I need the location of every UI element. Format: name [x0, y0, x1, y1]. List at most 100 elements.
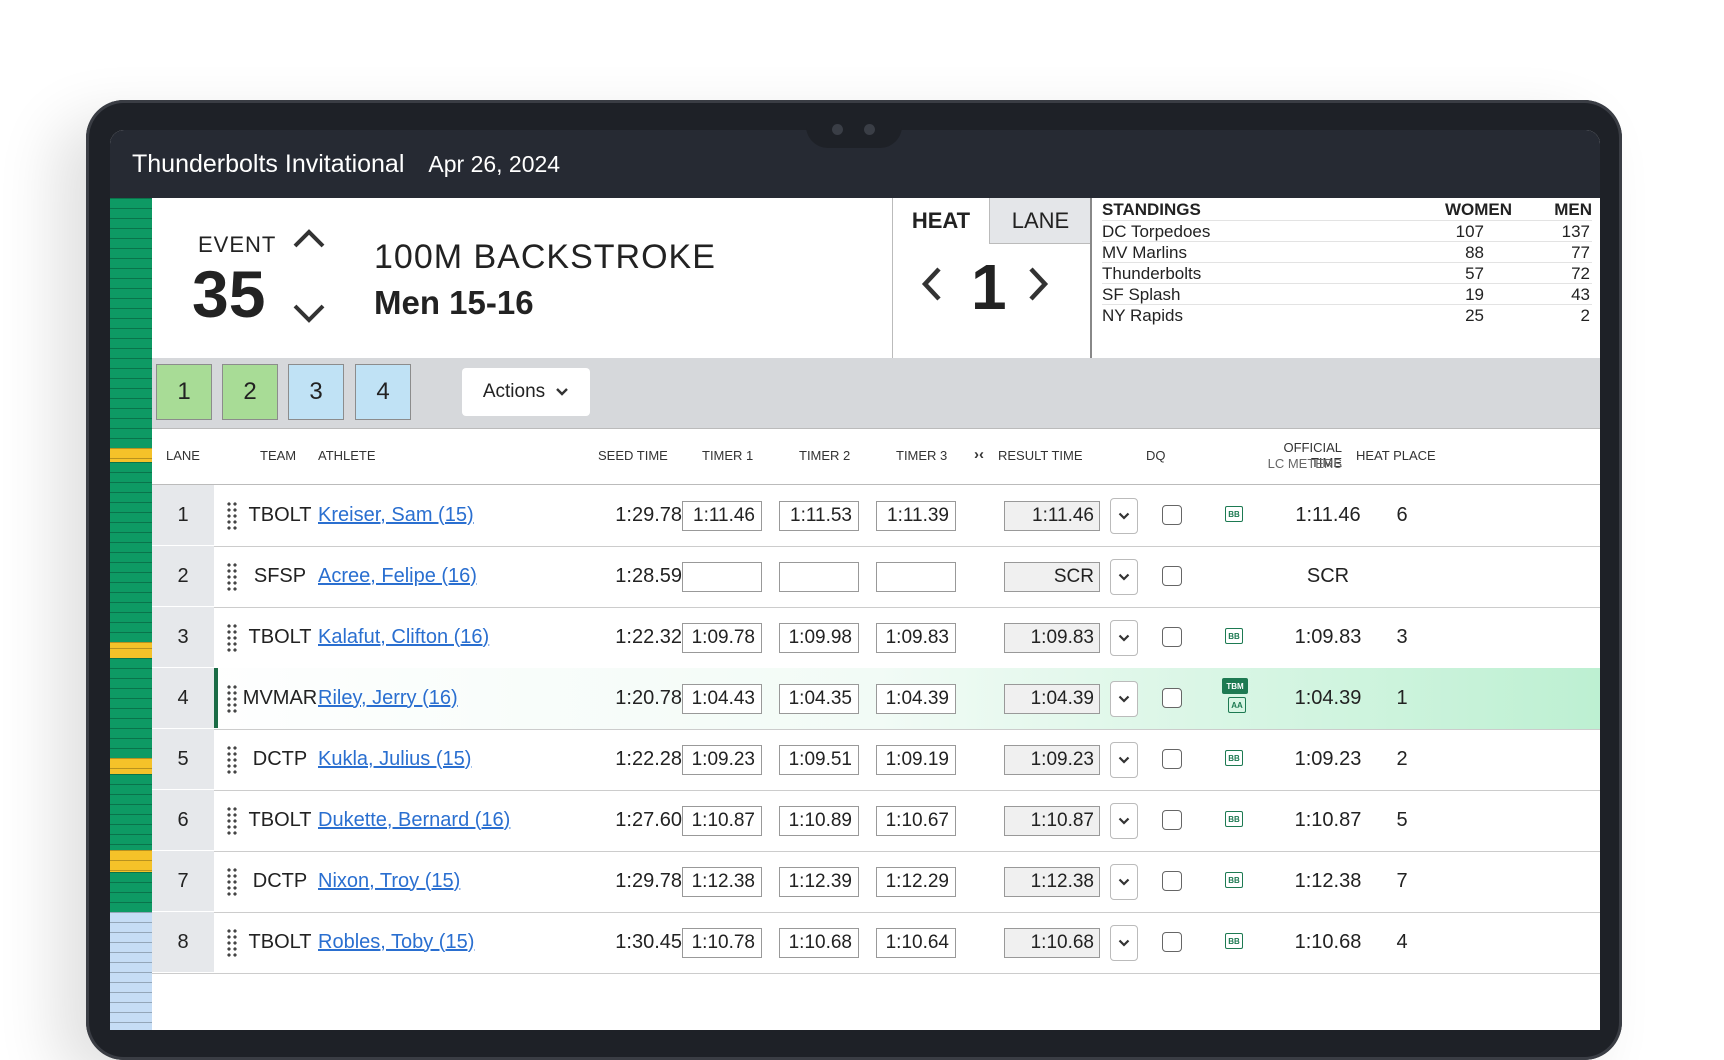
dq-checkbox[interactable] [1162, 871, 1182, 891]
result-row[interactable]: 2 SFSP Acree, Felipe (16) 1:28.59 SCR SCR [152, 546, 1600, 608]
dq-checkbox[interactable] [1162, 932, 1182, 952]
result-options-dropdown[interactable] [1110, 864, 1138, 900]
result-row[interactable]: 4 MVMAR Riley, Jerry (16) 1:20.78 1:04.43 1:0… [152, 668, 1600, 730]
timer3-input[interactable]: 1:12.29 [876, 867, 956, 897]
result-time-field[interactable]: SCR [1004, 562, 1100, 592]
result-row[interactable]: 6 TBOLT Dukette, Bernard (16) 1:27.60 1:10.8… [152, 790, 1600, 852]
timer2-input[interactable]: 1:12.39 [779, 867, 859, 897]
result-row[interactable]: 1 TBOLT Kreiser, Sam (15) 1:29.78 1:11.46 1:1… [152, 485, 1600, 547]
dq-checkbox[interactable] [1162, 688, 1182, 708]
standings-team: SF Splash [1102, 285, 1181, 304]
timer3-input[interactable]: 1:10.64 [876, 928, 956, 958]
result-options-dropdown[interactable] [1110, 498, 1138, 534]
swap-times-icon[interactable]: ›‹ [974, 446, 984, 463]
seed-time: 1:29.78 [615, 869, 682, 892]
lane-column-header: LANE [166, 448, 200, 463]
chevron-up-icon[interactable] [292, 216, 326, 259]
result-options-dropdown[interactable] [1110, 925, 1138, 961]
standings-men-score: 137 [1561, 222, 1590, 241]
timer1-input[interactable]: 1:09.23 [682, 745, 762, 775]
result-time-field[interactable]: 1:11.46 [1004, 501, 1100, 531]
athlete-link[interactable]: Riley, Jerry (16) [318, 668, 458, 728]
result-time-column-header: RESULT TIME [998, 448, 1083, 463]
timer3-input[interactable]: 1:04.39 [876, 684, 956, 714]
result-options-dropdown[interactable] [1110, 559, 1138, 595]
dq-checkbox[interactable] [1162, 749, 1182, 769]
dq-checkbox[interactable] [1162, 505, 1182, 525]
dq-checkbox[interactable] [1162, 566, 1182, 586]
timer3-input[interactable]: 1:09.19 [876, 745, 956, 775]
drag-handle-icon[interactable] [226, 501, 238, 531]
timer1-input[interactable]: 1:11.46 [682, 501, 762, 531]
standings-row: SF Splash 19 43 [1102, 283, 1592, 306]
chevron-down-icon[interactable] [292, 292, 326, 335]
athlete-link[interactable]: Nixon, Troy (15) [318, 851, 460, 911]
previous-heat-button[interactable] [921, 256, 943, 314]
result-time-field[interactable]: 1:12.38 [1004, 867, 1100, 897]
timer2-input[interactable]: 1:10.68 [779, 928, 859, 958]
heat-button-4[interactable]: 4 [355, 364, 411, 420]
heat-button-2[interactable]: 2 [222, 364, 278, 420]
drag-handle-icon[interactable] [226, 806, 238, 836]
dq-checkbox[interactable] [1162, 627, 1182, 647]
athlete-link[interactable]: Acree, Felipe (16) [318, 546, 477, 606]
result-time-field[interactable]: 1:10.87 [1004, 806, 1100, 836]
heat-button-1[interactable]: 1 [156, 364, 212, 420]
timer2-input[interactable]: 1:11.53 [779, 501, 859, 531]
drag-handle-icon[interactable] [226, 623, 238, 653]
timer1-input[interactable]: 1:09.78 [682, 623, 762, 653]
tab-lane[interactable]: LANE [989, 198, 1091, 244]
actions-dropdown[interactable]: Actions [462, 368, 590, 416]
timer1-input[interactable]: 1:12.38 [682, 867, 762, 897]
result-options-dropdown[interactable] [1110, 803, 1138, 839]
timer3-input[interactable]: 1:10.67 [876, 806, 956, 836]
result-options-dropdown[interactable] [1110, 620, 1138, 656]
result-row[interactable]: 5 DCTP Kukla, Julius (15) 1:22.28 1:09.23 1:0… [152, 729, 1600, 791]
timer2-input[interactable]: 1:09.98 [779, 623, 859, 653]
team-code: SFSP [253, 564, 307, 587]
tab-heat[interactable]: HEAT [893, 198, 989, 244]
athlete-link[interactable]: Robles, Toby (15) [318, 912, 474, 972]
drag-handle-icon[interactable] [226, 928, 238, 958]
timer1-input[interactable]: 1:10.78 [682, 928, 762, 958]
event-progress-strip[interactable] [110, 198, 152, 1030]
heat-lane-panel: HEAT LANE 1 [892, 198, 1091, 359]
lane-number: 8 [152, 912, 214, 972]
result-row[interactable]: 3 TBOLT Kalafut, Clifton (16) 1:22.32 1:09.7… [152, 607, 1600, 669]
timer3-input[interactable]: 1:09.83 [876, 623, 956, 653]
next-heat-button[interactable] [1027, 256, 1049, 314]
timer2-input[interactable] [779, 562, 859, 592]
result-row[interactable]: 7 DCTP Nixon, Troy (15) 1:29.78 1:12.38 1:12.… [152, 851, 1600, 913]
drag-handle-icon[interactable] [226, 745, 238, 775]
timer3-input[interactable]: 1:11.39 [876, 501, 956, 531]
athlete-link[interactable]: Kalafut, Clifton (16) [318, 607, 489, 667]
official-time: 1:11.46 [1295, 503, 1361, 526]
result-time-field[interactable]: 1:09.23 [1004, 745, 1100, 775]
result-time-field[interactable]: 1:09.83 [1004, 623, 1100, 653]
event-status-segment [110, 448, 152, 462]
timer2-input[interactable]: 1:10.89 [779, 806, 859, 836]
timer1-input[interactable] [682, 562, 762, 592]
drag-handle-icon[interactable] [226, 684, 238, 714]
athlete-link[interactable]: Kreiser, Sam (15) [318, 485, 474, 545]
result-row[interactable]: 8 TBOLT Robles, Toby (15) 1:30.45 1:10.78 1:1… [152, 912, 1600, 974]
timer2-input[interactable]: 1:04.35 [779, 684, 859, 714]
result-options-dropdown[interactable] [1110, 742, 1138, 778]
athlete-link[interactable]: Dukette, Bernard (16) [318, 790, 510, 850]
team-code: TBOLT [248, 808, 312, 831]
timer1-input[interactable]: 1:04.43 [682, 684, 762, 714]
timer1-input[interactable]: 1:10.87 [682, 806, 762, 836]
heat-button-3[interactable]: 3 [288, 364, 344, 420]
drag-handle-icon[interactable] [226, 562, 238, 592]
lane-number: 4 [152, 668, 214, 728]
result-time-field[interactable]: 1:04.39 [1004, 684, 1100, 714]
athlete-link[interactable]: Kukla, Julius (15) [318, 729, 471, 789]
result-time-field[interactable]: 1:10.68 [1004, 928, 1100, 958]
timer3-input[interactable] [876, 562, 956, 592]
drag-handle-icon[interactable] [226, 867, 238, 897]
selected-row-marker [214, 668, 218, 728]
lane-number: 3 [152, 607, 214, 667]
result-options-dropdown[interactable] [1110, 681, 1138, 717]
timer2-input[interactable]: 1:09.51 [779, 745, 859, 775]
dq-checkbox[interactable] [1162, 810, 1182, 830]
